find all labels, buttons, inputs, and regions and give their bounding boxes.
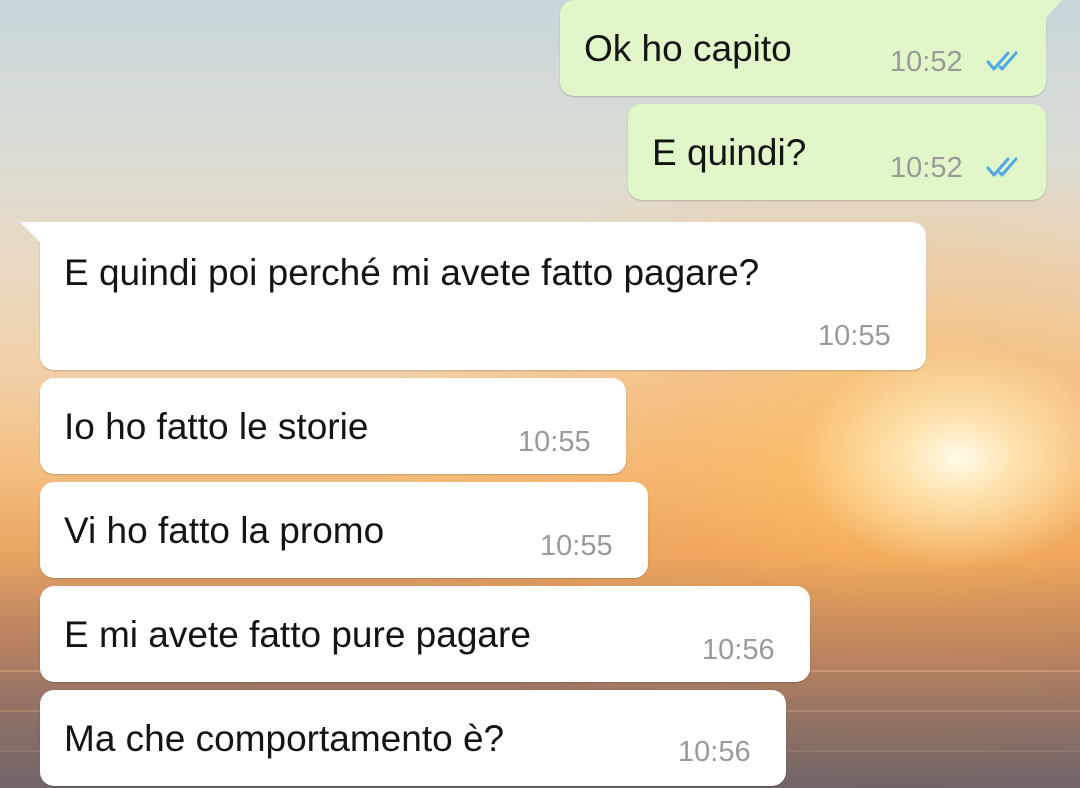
outgoing-message-bubble[interactable]: Ok ho capito 10:52 [560, 0, 1062, 96]
message-text: Vi ho fatto la promo [64, 510, 385, 551]
incoming-message-bubble[interactable]: Ma che comportamento è? 10:56 [40, 690, 786, 786]
bubble-tail [20, 222, 42, 244]
message-timestamp: 10:55 [518, 426, 591, 458]
outgoing-message-bubble[interactable]: E quindi? 10:52 [628, 104, 1046, 200]
incoming-message-bubble[interactable]: Vi ho fatto la promo 10:55 [40, 482, 648, 578]
message-timestamp: 10:56 [702, 634, 775, 666]
incoming-message-bubble[interactable]: E mi avete fatto pure pagare 10:56 [40, 586, 810, 682]
bubble-tail [1044, 0, 1062, 20]
message-text: E quindi? [652, 132, 807, 173]
message-text: Ok ho capito [584, 28, 792, 69]
message-timestamp: 10:55 [818, 320, 891, 352]
message-text: Ma che comportamento è? [64, 718, 505, 759]
double-check-icon [986, 51, 1018, 71]
message-timestamp: 10:52 [890, 152, 963, 184]
message-timestamp: 10:55 [540, 530, 613, 562]
incoming-message-bubble[interactable]: E quindi poi perché mi avete fatto pagar… [20, 222, 926, 370]
message-text: E mi avete fatto pure pagare [64, 614, 531, 655]
message-timestamp: 10:52 [890, 46, 963, 78]
message-timestamp: 10:56 [678, 736, 751, 768]
message-text: E quindi poi perché mi avete fatto pagar… [64, 252, 760, 293]
double-check-icon [986, 157, 1018, 177]
message-text: Io ho fatto le storie [64, 406, 369, 447]
incoming-message-bubble[interactable]: Io ho fatto le storie 10:55 [40, 378, 626, 474]
